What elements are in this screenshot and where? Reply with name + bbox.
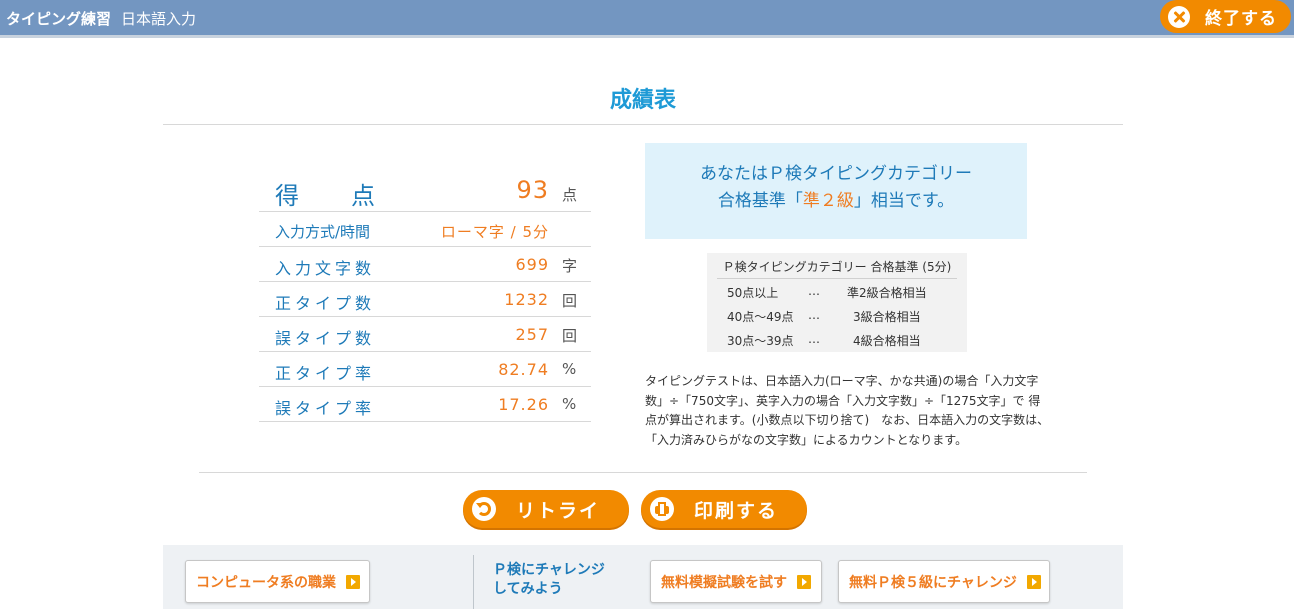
chars-value: 699 <box>515 255 549 274</box>
criteria-grade: 準2級合格相当 <box>847 286 927 300</box>
careers-link[interactable]: コンピュータ系の職業 <box>185 560 370 603</box>
method-value: ローマ字 / 5分 <box>440 223 549 241</box>
title-divider <box>163 124 1123 125</box>
score-row-error-rate: 誤タイプ率 17.26 % <box>259 387 591 422</box>
footer-links: コンピュータ系の職業 Ｐ検にチャレンジ してみよう 無料模擬試験を試す 無料Ｐ検… <box>163 545 1123 609</box>
correct-rate-unit: % <box>562 360 577 378</box>
result-line1: あなたはＰ検タイピングカテゴリー <box>700 164 972 184</box>
score-value: 93 <box>516 176 549 204</box>
score-unit: 点 <box>562 186 578 204</box>
arrow-right-icon <box>346 574 360 589</box>
errors-value: 257 <box>515 325 549 344</box>
app-title: タイピング練習 <box>6 10 112 28</box>
score-label-a: 得 <box>275 182 299 210</box>
mock-exam-label: 無料模擬試験を試す <box>661 574 787 591</box>
error-rate-unit: % <box>562 395 577 413</box>
grade5-challenge-link[interactable]: 無料Ｐ検５級にチャレンジ <box>838 560 1050 603</box>
challenge-text: Ｐ検にチャレンジ してみよう <box>493 561 605 599</box>
result-box: あなたはＰ検タイピングカテゴリー 合格基準「準２級」相当です。 <box>645 143 1027 239</box>
errors-label: 誤タイプ数 <box>275 329 376 348</box>
score-table: 得点 93 点 入力方式/時間 ローマ字 / 5分 入力文字数 699 字 正タ… <box>259 174 591 422</box>
scoring-note: タイピングテストは、日本語入力(ローマ字、かな共通)の場合「入力文字数」÷「75… <box>645 374 1050 447</box>
criteria-grade: 3級合格相当 <box>853 310 921 324</box>
correct-label: 正タイプ数 <box>275 294 376 313</box>
correct-value: 1232 <box>504 290 549 309</box>
method-label: 入力方式/時間 <box>275 223 371 241</box>
score-row-errors: 誤タイプ数 257 回 <box>259 317 591 352</box>
score-row-points: 得点 93 点 <box>259 174 591 212</box>
grade5-label: 無料Ｐ検５級にチャレンジ <box>849 574 1017 591</box>
criteria-dots: … <box>808 332 820 346</box>
score-label: 得点 <box>275 176 375 211</box>
retry-label: リトライ <box>516 499 601 522</box>
error-rate-label: 誤タイプ率 <box>275 399 376 418</box>
criteria-range: 40点〜49点 <box>727 310 794 324</box>
criteria-grade: 4級合格相当 <box>853 334 921 348</box>
retry-button[interactable]: リトライ <box>463 490 629 528</box>
correct-unit: 回 <box>562 292 578 310</box>
score-row-chars: 入力文字数 699 字 <box>259 247 591 282</box>
close-circle-icon <box>1168 5 1190 28</box>
criteria-dots: … <box>808 308 820 322</box>
correct-rate-value: 82.74 <box>498 360 549 379</box>
challenge-line1: Ｐ検にチャレンジ <box>493 562 605 578</box>
criteria-range: 30点〜39点 <box>727 334 794 348</box>
score-row-method: 入力方式/時間 ローマ字 / 5分 <box>259 212 591 247</box>
print-button[interactable]: 印刷する <box>641 490 807 528</box>
chars-label: 入力文字数 <box>275 259 376 278</box>
printer-icon <box>650 497 674 521</box>
score-label-b: 点 <box>351 182 375 210</box>
footer-divider <box>473 555 474 609</box>
criteria-row: 50点以上 … 準2級合格相当 <box>707 282 967 302</box>
errors-unit: 回 <box>562 327 578 345</box>
print-label: 印刷する <box>694 499 779 522</box>
arrow-right-icon <box>797 574 811 589</box>
result-line2-pre: 合格基準「 <box>717 191 803 211</box>
correct-rate-label: 正タイプ率 <box>275 364 376 383</box>
criteria-dots: … <box>808 284 820 298</box>
result-grade: 準２級 <box>802 191 854 211</box>
score-row-correct: 正タイプ数 1232 回 <box>259 282 591 317</box>
input-mode-label: 日本語入力 <box>121 10 197 28</box>
mock-exam-link[interactable]: 無料模擬試験を試す <box>650 560 822 603</box>
app-header: タイピング練習 日本語入力 終了する <box>0 0 1294 38</box>
arrow-right-icon <box>1026 574 1041 589</box>
retry-icon <box>472 497 496 521</box>
end-button[interactable]: 終了する <box>1160 0 1291 33</box>
result-line2: 合格基準「準２級」相当です。 <box>645 188 1027 215</box>
error-rate-value: 17.26 <box>498 395 549 414</box>
section-divider <box>199 472 1087 473</box>
chars-unit: 字 <box>562 257 578 275</box>
careers-label: コンピュータ系の職業 <box>196 574 336 591</box>
end-button-label: 終了する <box>1205 9 1277 29</box>
challenge-line2: してみよう <box>493 581 563 597</box>
header-title: タイピング練習 日本語入力 <box>6 8 196 29</box>
criteria-divider <box>717 278 957 279</box>
score-row-correct-rate: 正タイプ率 82.74 % <box>259 352 591 387</box>
criteria-range: 50点以上 <box>727 286 779 300</box>
result-line2-post: 」相当です。 <box>853 191 955 211</box>
criteria-table: Ｐ検タイピングカテゴリー 合格基準 (5分) 50点以上 … 準2級合格相当 4… <box>707 253 967 352</box>
page-title: 成績表 <box>609 88 676 113</box>
criteria-row: 40点〜49点 … 3級合格相当 <box>707 306 967 326</box>
criteria-row: 30点〜39点 … 4級合格相当 <box>707 330 967 350</box>
criteria-header: Ｐ検タイピングカテゴリー 合格基準 (5分) <box>722 260 952 274</box>
